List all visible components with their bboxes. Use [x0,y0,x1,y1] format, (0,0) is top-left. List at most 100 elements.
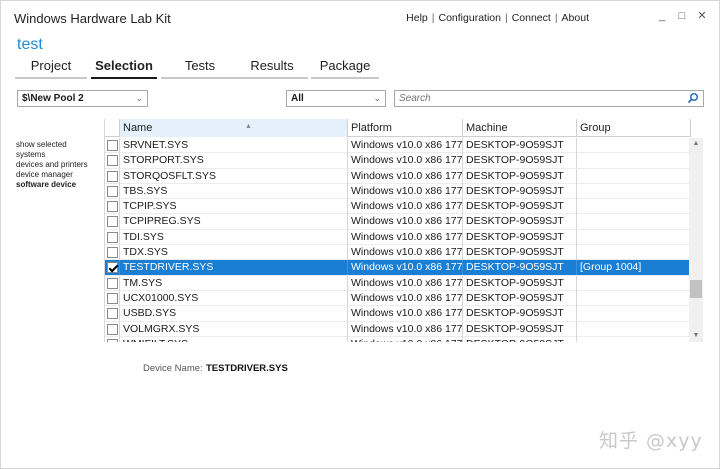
view-selector: show selected systems devices and printe… [16,140,106,190]
search-box[interactable] [394,90,704,107]
table-row[interactable]: VOLMGRX.SYS Windows v10.0 x86 1776 DESKTOP… [105,321,691,337]
vertical-scrollbar[interactable]: ▲ ▼ [689,138,703,342]
tab-results[interactable]: Results [236,57,308,79]
row-checkbox[interactable] [107,277,118,289]
select-cell [105,199,120,215]
link-separator: | [504,12,508,24]
cell-platform: Windows v10.0 x86 1776 [348,138,463,153]
cell-platform: Windows v10.0 x86 1776 [348,336,463,342]
row-checkbox[interactable] [107,338,118,342]
row-checkbox[interactable] [107,185,118,197]
device-name-value: TESTDRIVER.SYS [206,363,288,374]
column-header-name[interactable]: Name ▲ [120,119,348,137]
view-software-device[interactable]: software device [16,180,106,190]
table-row[interactable]: TBS.SYS Windows v10.0 x86 1776 DESKTOP-9O5… [105,183,691,200]
cell-platform: Windows v10.0 x86 1776 [348,306,463,322]
row-checkbox[interactable] [107,201,118,213]
watermark: 知乎 @xyy [599,430,703,452]
table-body: SRVNET.SYS Windows v10.0 x86 1776 DESKTOP-… [105,138,691,342]
view-devices-and-printers[interactable]: devices and printers [16,160,106,170]
row-checkbox[interactable] [107,170,118,182]
cell-name: TDX.SYS [120,245,348,261]
view-show-selected[interactable]: show selected [16,140,106,150]
cell-platform: Windows v10.0 x86 1776 [348,199,463,215]
machine-pool-value: $\New Pool 2 [22,93,84,104]
scroll-down-arrow-icon[interactable]: ▼ [689,330,703,342]
column-header-machine[interactable]: Machine [463,119,577,137]
row-checkbox[interactable] [107,292,118,304]
cell-group [577,168,691,184]
hlk-window: Windows Hardware Lab Kit Help | Configurat… [0,0,720,469]
cell-platform: Windows v10.0 x86 1776 [348,168,463,184]
cell-platform: Windows v10.0 x86 1776 [348,245,463,261]
maximize-button[interactable]: □ [675,8,689,24]
close-button[interactable]: ✕ [695,8,709,24]
row-checkbox[interactable] [107,308,118,320]
select-cell [105,336,120,342]
tab-project[interactable]: Project [15,57,87,79]
cell-machine: DESKTOP-9O59SJT [463,168,577,184]
top-links: Help | Configuration | Connect | About [406,12,589,24]
cell-machine: DESKTOP-9O59SJT [463,336,577,342]
cell-machine: DESKTOP-9O59SJT [463,153,577,169]
machine-pool-dropdown[interactable]: $\New Pool 2 ⌄ [17,90,148,107]
row-checkbox[interactable] [107,216,118,228]
help-link[interactable]: Help [406,12,428,24]
cell-group [577,214,691,230]
search-icon[interactable] [687,92,699,104]
tab-package[interactable]: Package [311,57,379,79]
type-filter-dropdown[interactable]: All ⌄ [286,90,386,107]
window-controls: _ □ ✕ [655,8,713,26]
cell-group [577,199,691,215]
type-filter-value: All [291,93,304,104]
row-checkbox[interactable] [107,155,118,167]
configuration-link[interactable]: Configuration [439,12,501,24]
table-row[interactable]: TDI.SYS Windows v10.0 x86 1776 DESKTOP-9O5… [105,229,691,246]
row-checkbox[interactable] [107,262,118,274]
column-header-group[interactable]: Group [577,119,691,137]
cell-machine: DESKTOP-9O59SJT [463,245,577,261]
row-checkbox[interactable] [107,323,118,335]
table-row[interactable]: USBD.SYS Windows v10.0 x86 1776 DESKTOP-9O… [105,306,691,322]
table-row[interactable]: TM.SYS Windows v10.0 x86 1776 DESKTOP-9O59… [105,275,691,291]
table-row[interactable]: SRVNET.SYS Windows v10.0 x86 1776 DESKTOP-… [105,138,691,154]
main-tabs: Project Selection Tests Results Package [15,57,715,79]
about-link[interactable]: About [562,12,589,24]
cell-machine: DESKTOP-9O59SJT [463,290,577,306]
cell-name: TESTDRIVER.SYS [120,260,348,276]
view-device-manager[interactable]: device manager [16,170,106,180]
cell-name: STORQOSFLT.SYS [120,168,348,184]
scroll-up-arrow-icon[interactable]: ▲ [689,138,703,150]
select-cell [105,290,120,306]
table-row[interactable]: TCPIP.SYS Windows v10.0 x86 1776 DESKTOP-9… [105,199,691,215]
cell-group [577,306,691,322]
table-row[interactable]: TESTDRIVER.SYS Windows v10.0 x86 1776 DESK… [105,260,691,276]
table-row[interactable]: WMIFILT.SYSWindows v10.0 x86 1776DESKTOP… [105,336,691,342]
cell-name: WMIFILT.SYS [120,336,348,342]
column-header-platform[interactable]: Platform [348,119,463,137]
view-systems[interactable]: systems [16,150,106,160]
connect-link[interactable]: Connect [512,12,551,24]
tab-tests[interactable]: Tests [161,57,239,79]
row-checkbox[interactable] [107,140,118,151]
search-input[interactable] [395,91,675,106]
chevron-down-icon: ⌄ [135,93,143,103]
cell-group [577,245,691,261]
cell-platform: Windows v10.0 x86 1776 [348,290,463,306]
cell-machine: DESKTOP-9O59SJT [463,214,577,230]
cell-platform: Windows v10.0 x86 1776 [348,260,463,276]
scrollbar-thumb[interactable] [690,280,702,298]
table-row[interactable]: STORPORT.SYS Windows v10.0 x86 1776 DESKTO… [105,153,691,169]
tab-selection[interactable]: Selection [91,57,157,79]
table-row[interactable]: STORQOSFLT.SYS Windows v10.0 x86 1776 DESK… [105,168,691,184]
link-separator: | [431,12,435,24]
row-checkbox[interactable] [107,247,118,259]
cell-platform: Windows v10.0 x86 1776 [348,183,463,199]
row-checkbox[interactable] [107,231,118,243]
column-header-name-label: Name [123,122,153,134]
select-cell [105,306,120,322]
table-row[interactable]: TCPIPREG.SYS Windows v10.0 x86 1776 DESKTO… [105,214,691,230]
table-row[interactable]: UCX01000.SYS Windows v10.0 x86 1776 DESKTO… [105,290,691,307]
minimize-button[interactable]: _ [655,8,669,24]
table-row[interactable]: TDX.SYS Windows v10.0 x86 1776 DESKTOP-9O5… [105,245,691,261]
